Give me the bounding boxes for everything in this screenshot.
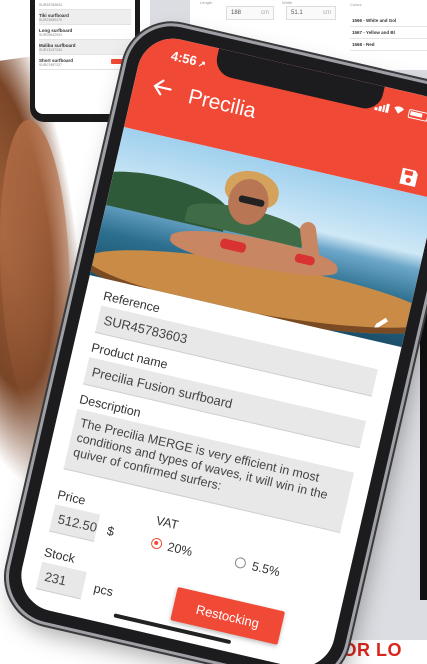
page-title: Precilia [185, 85, 259, 123]
status-icons [373, 96, 427, 126]
back-button[interactable] [149, 75, 178, 104]
bg-color-item: 1566 - White and Gol [350, 15, 427, 27]
vat-radio-label: 5.5% [250, 558, 282, 579]
bg-color-item: 1567 - Yellow and Bl [350, 27, 427, 39]
currency-unit: $ [105, 523, 116, 539]
wifi-icon [391, 100, 407, 120]
status-time-text: 4:56 [169, 48, 199, 69]
bg-width-unit: cm [323, 10, 331, 16]
bg-list-item-ref: SUR45783603 [39, 3, 62, 7]
status-time: 4:56↗ [170, 48, 208, 71]
bg-list-item: Tiki surfboard SUR23950475 [39, 10, 131, 25]
bg-list-item: Long surfboard SUR09542903 [39, 25, 131, 40]
bg-width-label: Width [282, 0, 293, 5]
product-form: Reference SUR45783603 Product name Preci… [16, 275, 401, 664]
vat-radio-5-5[interactable]: 5.5% [234, 555, 281, 579]
arrow-left-icon [153, 79, 172, 96]
save-button[interactable] [398, 167, 420, 189]
bg-list-item-ref: SUR09542903 [39, 33, 62, 37]
bg-color-item: 1568 - Red [350, 39, 427, 51]
battery-icon [407, 108, 427, 122]
location-arrow-icon: ↗ [197, 58, 207, 70]
bg-list-item: Malibu surfboard SUR13137343 [39, 40, 131, 55]
bg-colors-label: Colors [350, 2, 362, 7]
bg-width-field: 51.1 cm [286, 6, 336, 20]
bg-length-field: 188 cm [226, 6, 274, 20]
bg-length-unit: cm [261, 10, 269, 16]
bg-list-item: Short surfboard SUR07987327 [39, 55, 131, 70]
bg-list-item-ref: SUR13137343 [39, 48, 62, 52]
bg-length-value: 188 [231, 10, 242, 16]
restocking-button[interactable]: Restocking [170, 586, 286, 645]
radio-checked-icon [150, 536, 164, 551]
restock-wrap: Restocking [170, 586, 286, 645]
bg-list-item-ref: SUR23950475 [39, 18, 62, 22]
bg-width-value: 51.1 [291, 10, 303, 16]
stock-unit: pcs [92, 581, 115, 600]
bg-colors-list: Colors 1566 - White and Gol 1567 - Yello… [350, 2, 427, 51]
floppy-disk-icon [399, 167, 418, 187]
vat-radio-label: 20% [166, 539, 194, 559]
bg-length-label: Length [200, 0, 213, 5]
bg-list-item: SUR45783603 [39, 0, 131, 10]
radio-unchecked-icon [234, 556, 248, 570]
